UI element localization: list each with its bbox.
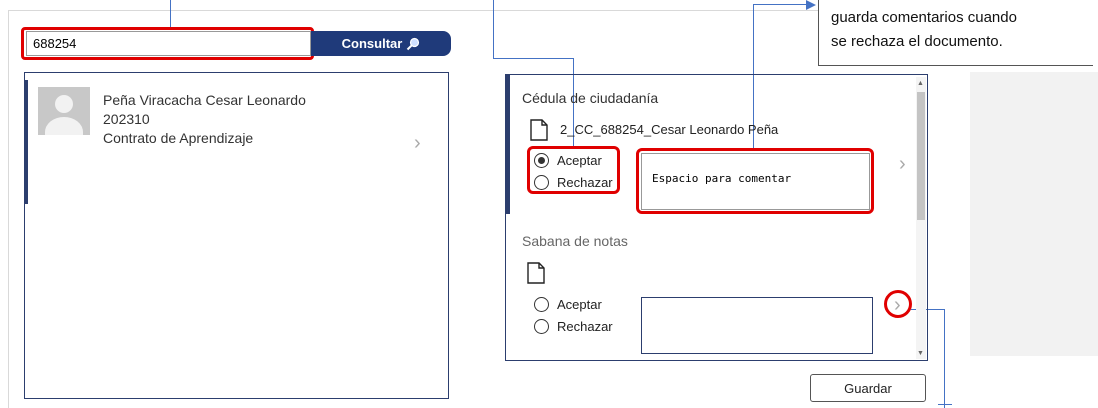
accept-label: Aceptar xyxy=(557,297,602,312)
save-button[interactable]: Guardar xyxy=(810,374,926,402)
connector-line xyxy=(170,0,171,28)
consult-button-label: Consultar xyxy=(341,36,403,51)
save-button-label: Guardar xyxy=(844,380,892,396)
chevron-right-icon[interactable]: › xyxy=(414,132,421,155)
side-gray-panel xyxy=(970,72,1098,356)
radio-highlight xyxy=(527,146,620,194)
student-code: 202310 xyxy=(103,111,150,127)
reject-label: Rechazar xyxy=(557,319,613,334)
scrollbar-thumb[interactable] xyxy=(917,92,925,220)
avatar xyxy=(38,87,90,135)
connector-line xyxy=(493,0,494,58)
reject-radio[interactable]: Rechazar xyxy=(534,319,613,334)
connector-line xyxy=(938,404,952,405)
annotation-callout: guarda comentarios cuando se rechaza el … xyxy=(818,0,1093,66)
document-title: Sabana de notas xyxy=(522,233,628,249)
callout-line: guarda comentarios cuando xyxy=(831,9,1017,26)
connector-line xyxy=(753,4,811,5)
radio-unselected-icon[interactable] xyxy=(534,319,549,334)
comment-field[interactable] xyxy=(641,297,873,354)
scroll-up-icon[interactable]: ▲ xyxy=(917,80,924,87)
consult-button[interactable]: Consultar xyxy=(311,31,451,56)
chevron-highlight xyxy=(884,290,912,318)
scroll-down-icon[interactable]: ▼ xyxy=(917,350,924,357)
student-contract: Contrato de Aprendizaje xyxy=(103,130,254,146)
connector-arrow-icon xyxy=(806,0,816,10)
search-icon xyxy=(407,37,420,50)
callout-line: se rechaza el documento. xyxy=(831,33,1003,50)
chevron-right-icon[interactable]: › xyxy=(899,153,906,176)
connector-line xyxy=(944,309,945,408)
document-icon xyxy=(530,119,548,141)
search-highlight xyxy=(21,27,314,60)
accept-radio[interactable]: Aceptar xyxy=(534,297,602,312)
student-name: Peña Viracacha Cesar Leonardo xyxy=(103,92,306,108)
selected-item-accent xyxy=(505,74,510,214)
document-icon xyxy=(527,262,545,284)
connector-line xyxy=(493,58,574,59)
document-title: Cédula de ciudadanía xyxy=(522,90,659,106)
radio-unselected-icon[interactable] xyxy=(534,297,549,312)
comment-highlight xyxy=(636,148,874,214)
document-file-name[interactable]: 2_CC_688254_Cesar Leonardo Peña xyxy=(560,122,778,137)
